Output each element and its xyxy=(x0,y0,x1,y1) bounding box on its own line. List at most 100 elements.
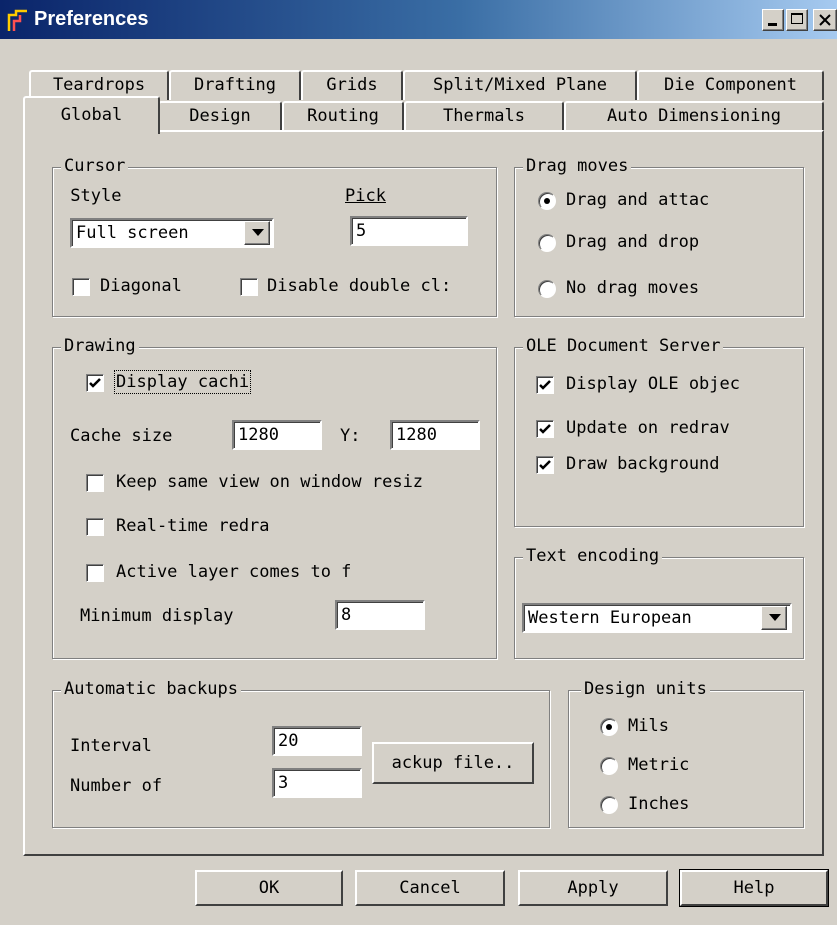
tab-label: Auto Dimensioning xyxy=(607,106,781,126)
disable-double-click-checkbox[interactable] xyxy=(240,278,258,296)
number-of-input[interactable]: 3 xyxy=(272,768,362,798)
cancel-label: Cancel xyxy=(399,878,461,898)
text-encoding-dropdown[interactable]: Western European xyxy=(522,603,792,633)
tab-auto-dimensioning[interactable]: Auto Dimensioning xyxy=(564,101,824,131)
tab-drafting[interactable]: Drafting xyxy=(169,70,301,100)
tab-label: Drafting xyxy=(194,75,276,95)
metric-label: Metric xyxy=(628,755,690,775)
checkmark-icon xyxy=(539,424,551,434)
text-encoding-value: Western European xyxy=(528,608,692,628)
pick-label: Pick xyxy=(345,186,386,206)
tab-label: Grids xyxy=(326,75,378,95)
y-label: Y: xyxy=(340,426,361,446)
cursor-style-value: Full screen xyxy=(76,223,189,243)
cache-size-x-input[interactable]: 1280 xyxy=(232,420,322,450)
apply-button[interactable]: Apply xyxy=(518,870,668,906)
tab-die-component[interactable]: Die Component xyxy=(637,70,824,100)
real-time-redraw-checkbox[interactable] xyxy=(86,518,104,536)
pick-label-text: Pick xyxy=(345,186,386,206)
help-button[interactable]: Help xyxy=(679,869,829,907)
display-ole-objects-checkbox[interactable] xyxy=(536,376,554,394)
active-layer-checkbox[interactable] xyxy=(86,564,104,582)
inches-label: Inches xyxy=(628,794,690,814)
backups-legend: Automatic backups xyxy=(61,679,241,699)
minimize-icon xyxy=(768,23,777,26)
display-caching-checkbox[interactable] xyxy=(86,374,104,392)
mils-radio[interactable] xyxy=(600,718,618,736)
pick-input[interactable]: 5 xyxy=(350,216,468,246)
cache-size-label: Cache size xyxy=(70,426,173,446)
minimum-display-input[interactable]: 8 xyxy=(335,600,425,630)
min-display-value: 8 xyxy=(341,605,352,625)
update-on-redraw-label: Update on redrav xyxy=(566,418,730,438)
window-title: Preferences xyxy=(34,8,149,30)
checkmark-icon xyxy=(89,378,101,388)
keep-same-view-label: Keep same view on window resiz xyxy=(116,472,424,492)
no-drag-moves-label: No drag moves xyxy=(566,278,700,298)
cache-x-value: 1280 xyxy=(238,425,279,445)
radio-dot xyxy=(544,198,550,204)
tab-thermals[interactable]: Thermals xyxy=(404,101,564,131)
close-icon xyxy=(819,14,831,26)
tab-label: Die Component xyxy=(663,75,798,95)
number-value: 3 xyxy=(278,773,289,793)
drag-moves-legend: Drag moves xyxy=(523,156,632,176)
display-ole-objects-label: Display OLE objec xyxy=(566,374,740,394)
tab-split-mixed-plane[interactable]: Split/Mixed Plane xyxy=(403,70,637,100)
active-layer-label: Active layer comes to f xyxy=(116,562,352,582)
checkmark-icon xyxy=(539,460,551,470)
update-on-redraw-checkbox[interactable] xyxy=(536,420,554,438)
cursor-legend: Cursor xyxy=(61,156,129,176)
tab-label: Global xyxy=(60,105,123,125)
tab-label: Thermals xyxy=(443,106,525,126)
pick-value: 5 xyxy=(356,221,367,241)
tab-routing[interactable]: Routing xyxy=(282,101,404,131)
number-of-label: Number of xyxy=(70,776,163,796)
maximize-button[interactable] xyxy=(786,9,808,31)
minimize-button[interactable] xyxy=(762,9,784,31)
interval-input[interactable]: 20 xyxy=(272,726,362,756)
keep-same-view-checkbox[interactable] xyxy=(86,474,104,492)
text-encoding-legend: Text encoding xyxy=(523,546,663,566)
backup-files-button[interactable]: ackup file.. xyxy=(372,742,534,784)
drag-and-drop-label: Drag and drop xyxy=(566,232,700,252)
tab-grids[interactable]: Grids xyxy=(301,70,403,100)
diagonal-label: Diagonal xyxy=(100,276,182,296)
draw-background-label: Draw background xyxy=(566,454,720,474)
draw-background-checkbox[interactable] xyxy=(536,456,554,474)
tab-label: Routing xyxy=(307,106,379,126)
style-label-text: Style xyxy=(70,186,122,206)
radio-dot xyxy=(606,724,612,730)
diagonal-checkbox[interactable] xyxy=(72,278,90,296)
cache-size-y-input[interactable]: 1280 xyxy=(390,420,480,450)
interval-label: Interval xyxy=(70,736,152,756)
metric-radio[interactable] xyxy=(600,757,618,775)
tab-design[interactable]: Design xyxy=(158,101,282,131)
padslogic-icon xyxy=(7,9,27,31)
tab-label: Teardrops xyxy=(52,75,146,95)
maximize-icon xyxy=(791,13,803,24)
cancel-button[interactable]: Cancel xyxy=(355,870,505,906)
drawing-legend: Drawing xyxy=(61,336,139,356)
text-encoding-dropdown-button[interactable] xyxy=(761,606,787,630)
no-drag-moves-radio[interactable] xyxy=(538,280,556,298)
cursor-style-dropdown-button[interactable] xyxy=(244,221,270,245)
checkmark-icon xyxy=(539,380,551,390)
tab-label: Design xyxy=(189,106,251,126)
inches-radio[interactable] xyxy=(600,796,618,814)
ole-legend: OLE Document Server xyxy=(523,336,724,356)
drag-and-attach-label: Drag and attac xyxy=(566,190,710,210)
real-time-redraw-label: Real-time redra xyxy=(116,516,270,536)
ok-label: OK xyxy=(258,878,280,898)
display-caching-label: Display cachi xyxy=(113,370,252,394)
drag-and-drop-radio[interactable] xyxy=(538,234,556,252)
apply-label: Apply xyxy=(567,878,619,898)
disable-double-click-label: Disable double cl: xyxy=(267,276,452,296)
drag-and-attach-radio[interactable] xyxy=(538,192,556,210)
tab-label: Split/Mixed Plane xyxy=(433,75,607,95)
close-button[interactable] xyxy=(813,9,837,31)
backup-files-label: ackup file.. xyxy=(391,753,515,773)
minimum-display-label: Minimum display xyxy=(80,606,234,626)
tab-global[interactable]: Global xyxy=(23,96,160,134)
ok-button[interactable]: OK xyxy=(195,870,343,906)
